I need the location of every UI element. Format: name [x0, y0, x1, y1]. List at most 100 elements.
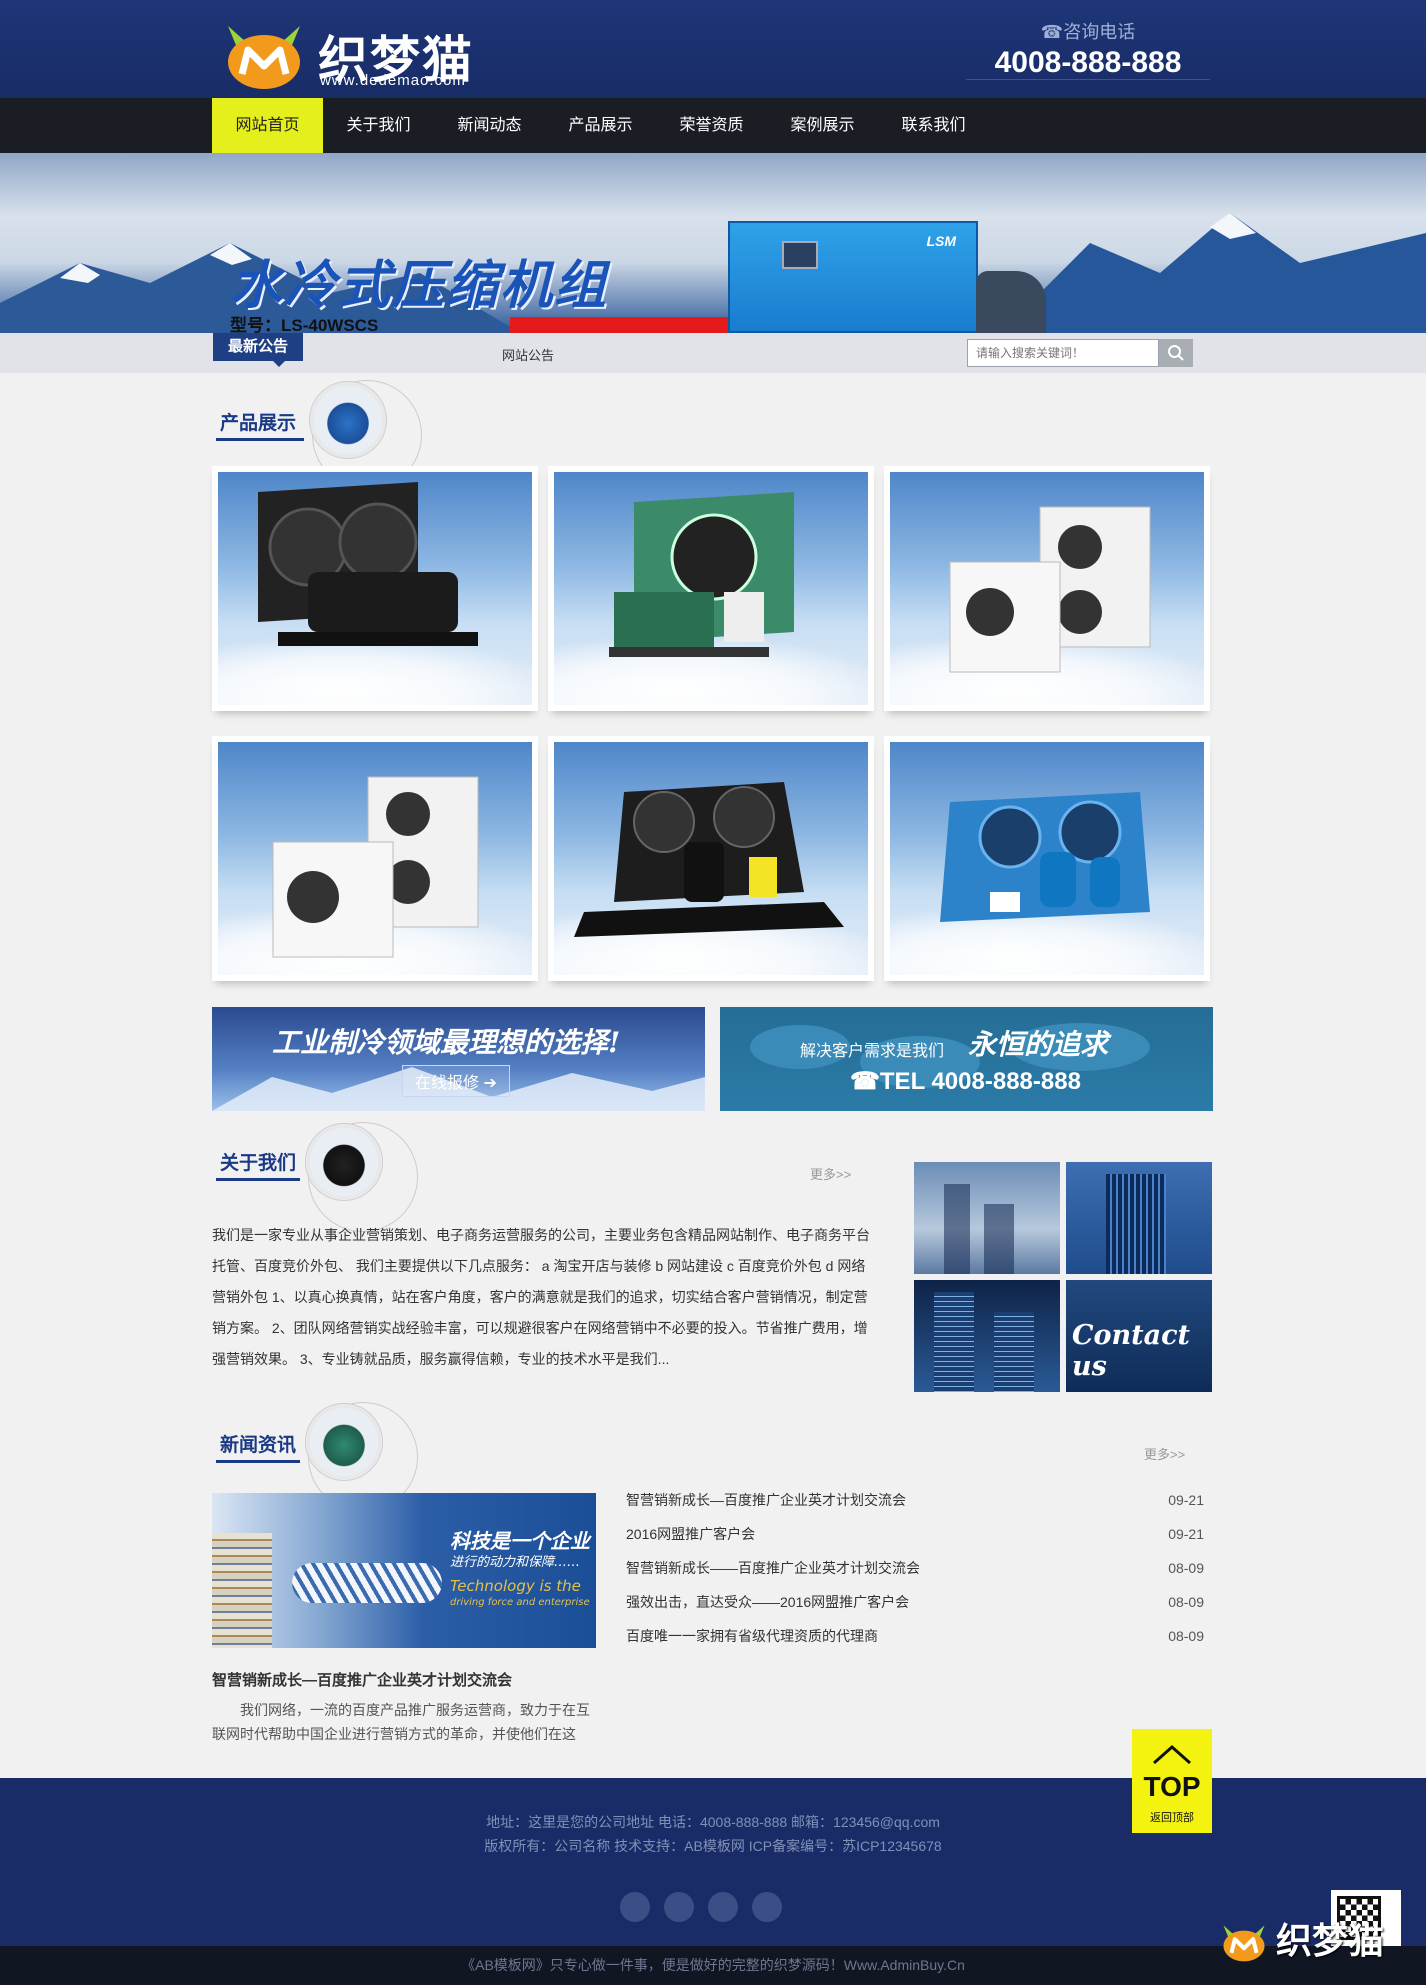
product-card[interactable]: [548, 466, 874, 711]
product-image: [218, 472, 532, 705]
news-item-title: 智营销新成长——百度推广企业英才计划交流会: [626, 1560, 920, 1576]
search-icon: [1168, 345, 1184, 361]
news-heading: 新闻资讯: [212, 1402, 432, 1512]
product-card[interactable]: [884, 466, 1210, 711]
nav-item-honors[interactable]: 荣誉资质: [656, 98, 767, 153]
ad-tel-slogan: 永恒的追求: [968, 1028, 1109, 1061]
news-item-title: 强效出击，直达受众——2016网盟推广客户会: [626, 1594, 910, 1610]
news-list-item[interactable]: 百度唯一一家拥有省级代理资质的代理商 08-09: [626, 1624, 1204, 1658]
news-item-date: 09-21: [1168, 1526, 1204, 1542]
nav-item-home[interactable]: 网站首页: [212, 98, 323, 153]
weibo-icon[interactable]: [620, 1892, 650, 1922]
rope-graphic: [292, 1563, 442, 1603]
hotline-label: ☎咨询电话: [1040, 22, 1136, 42]
condensing-unit-graphic: [940, 792, 1150, 922]
notice-text[interactable]: 网站公告: [502, 345, 554, 364]
image-text-1: 科技是一个企业: [450, 1529, 590, 1553]
bottom-copyright: 《AB模板网》只专心做一件事，便是做好的完整的织梦源码！Www.AdminBuy…: [0, 1946, 1426, 1985]
condensing-unit-graphic: [949, 506, 1151, 673]
product-image: [554, 742, 868, 975]
footer-contact-line: 地址：这里是您的公司地址 电话：4008-888-888 邮箱：123456@q…: [486, 1814, 940, 1830]
heading-underline: [216, 438, 304, 441]
news-item-date: 08-09: [1168, 1560, 1204, 1576]
product-card[interactable]: [212, 736, 538, 981]
news-thumb-circle: [306, 1404, 382, 1480]
featured-news-desc: 我们网络，一流的百度产品推广服务运营商，致力于在互联网时代帮助中国企业进行营销方…: [212, 1702, 590, 1742]
product-image: [218, 742, 532, 975]
image-text-4: driving force and enterprise: [450, 1597, 590, 1608]
ad-tel-number: ☎TEL 4008-888-888: [850, 1068, 1081, 1095]
product-card[interactable]: [884, 736, 1210, 981]
watermark-logo: 织梦猫: [1276, 1921, 1385, 1961]
hotline-number: 4008-888-888: [994, 46, 1182, 79]
building-shape: [994, 1312, 1034, 1392]
product-image: [890, 742, 1204, 975]
footer-copyright-line: 版权所有：公司名称 技术支持：AB模板网 ICP备案编号：苏ICP1234567…: [484, 1838, 942, 1854]
product-card[interactable]: [212, 466, 538, 711]
online-repair-label: 在线报修: [415, 1075, 480, 1092]
news-item-date: 08-09: [1168, 1628, 1204, 1644]
building-shape: [1106, 1174, 1166, 1274]
site-logo[interactable]: 织梦猫 www.dedemao.com: [224, 14, 524, 94]
about-heading: 关于我们: [212, 1122, 432, 1232]
nav-item-products[interactable]: 产品展示: [545, 98, 656, 153]
products-heading: 产品展示: [212, 380, 472, 490]
building-shape: [984, 1204, 1014, 1274]
building-photo[interactable]: [914, 1280, 1060, 1392]
news-list: 智营销新成长—百度推广企业英才计划交流会 09-21 2016网盟推广客户会 09-…: [626, 1488, 1204, 1658]
condensing-unit-graphic: [272, 776, 479, 958]
heading-underline: [216, 1460, 300, 1463]
top-label: TOP: [1143, 1771, 1201, 1802]
products-title: 产品展示: [220, 413, 297, 434]
product-card[interactable]: [548, 736, 874, 981]
about-text: 我们是一家专业从事企业营销策划、电子商务运营服务的公司，主要业务包含精品网站制作…: [212, 1227, 870, 1367]
nav-item-cases[interactable]: 案例展示: [767, 98, 878, 153]
image-text-2: 进行的动力和保障……: [450, 1555, 581, 1570]
contact-photo[interactable]: Contact us: [1066, 1280, 1212, 1392]
featured-news-image[interactable]: 科技是一个企业 进行的动力和保障…… Technology is the dri…: [212, 1493, 596, 1648]
news-list-item[interactable]: 智营销新成长——百度推广企业英才计划交流会 08-09: [626, 1556, 1204, 1590]
news-list-item[interactable]: 智营销新成长—百度推广企业英才计划交流会 09-21: [626, 1488, 1204, 1522]
machine-brand: LSM: [926, 233, 956, 249]
search-button[interactable]: [1159, 339, 1193, 367]
about-thumb-circle: [306, 1124, 382, 1200]
search-input[interactable]: [967, 339, 1159, 367]
condensing-unit-graphic: [609, 492, 794, 657]
search-box: [967, 339, 1193, 367]
product-thumb-circle: [310, 382, 386, 458]
news-list-item[interactable]: 2016网盟推广客户会 09-21: [626, 1522, 1204, 1556]
nav-item-news[interactable]: 新闻动态: [434, 98, 545, 153]
ad-tel-banner[interactable]: 解决客户需求是我们 永恒的追求 ☎TEL 4008-888-888: [720, 1007, 1213, 1111]
condensing-unit-graphic: [574, 782, 844, 937]
condensing-unit-graphic: [258, 482, 478, 646]
qq-icon[interactable]: [708, 1892, 738, 1922]
hotline: ☎咨询电话 4008-888-888: [966, 18, 1210, 80]
news-list-item[interactable]: 强效出击，直达受众——2016网盟推广客户会 08-09: [626, 1590, 1204, 1624]
back-to-top-button[interactable]: TOP 返回顶部: [1132, 1729, 1212, 1833]
building-photo[interactable]: [1066, 1162, 1212, 1274]
about-more-link[interactable]: 更多>>: [810, 1164, 851, 1183]
mountain-graphic: [0, 213, 1426, 333]
product-image: [554, 472, 868, 705]
building-photo[interactable]: [914, 1162, 1060, 1274]
tencent-weibo-icon[interactable]: [664, 1892, 694, 1922]
featured-news-title[interactable]: 智营销新成长—百度推广企业英才计划交流会: [212, 1669, 512, 1690]
contact-label: Contact us: [1072, 1320, 1191, 1382]
nav-item-contact[interactable]: 联系我们: [878, 98, 989, 153]
hero-banner[interactable]: 水冷式压缩机组 型号：LS-40WSCS LSM: [0, 153, 1426, 333]
news-more-link[interactable]: 更多>>: [1144, 1444, 1185, 1463]
watermark-cat-icon: [1223, 1925, 1265, 1962]
chevron-up-icon: [1153, 1744, 1191, 1765]
news-item-title: 百度唯一一家拥有省级代理资质的代理商: [626, 1628, 878, 1644]
news-item-date: 08-09: [1168, 1594, 1204, 1610]
nav-item-about[interactable]: 关于我们: [323, 98, 434, 153]
banner-title: 水冷式压缩机组: [230, 256, 609, 316]
product-image: [890, 472, 1204, 705]
notice-tag: 最新公告: [213, 333, 303, 367]
baidu-icon[interactable]: [752, 1892, 782, 1922]
ad-repair-banner[interactable]: 工业制冷领域最理想的选择! 在线报修 ➔: [212, 1007, 705, 1111]
online-repair-button[interactable]: 在线报修 ➔: [402, 1065, 510, 1097]
social-icons: [620, 1892, 782, 1922]
news-item-title: 智营销新成长—百度推广企业英才计划交流会: [626, 1492, 906, 1508]
ad-tel-text: 解决客户需求是我们: [800, 1043, 945, 1060]
